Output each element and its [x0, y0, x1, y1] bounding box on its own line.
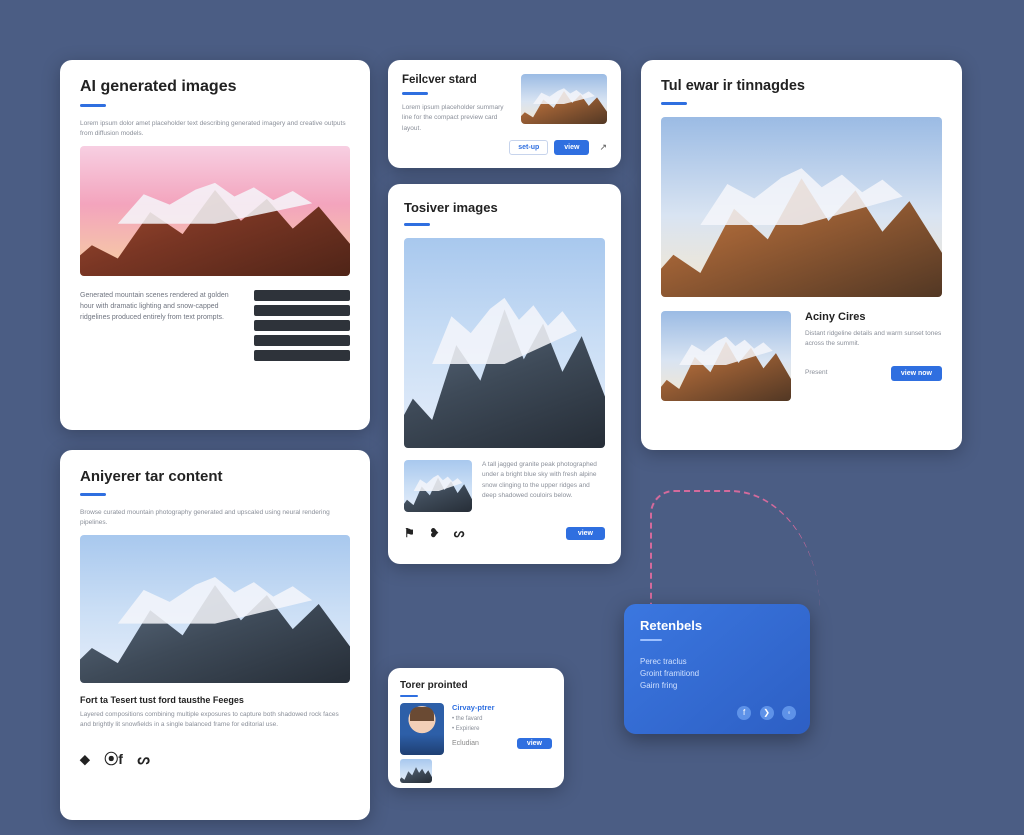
dot-icon[interactable]: f	[737, 706, 751, 720]
list-item: • the favard	[452, 715, 552, 725]
list-item: Groint framitiond	[640, 669, 794, 678]
facebook-icon[interactable]: ⦿f	[104, 751, 123, 767]
card-title: Tosiver images	[404, 200, 605, 215]
list-item: Perec traclus	[640, 657, 794, 666]
view-button[interactable]: view	[517, 738, 552, 749]
accent-bar	[661, 102, 687, 105]
dark-list	[254, 290, 350, 365]
caption-text: A tall jagged granite peak photographed …	[482, 460, 605, 512]
link-icon[interactable]: ᔕ	[137, 751, 149, 767]
subtitle-text: Fort ta Tesert tust ford tausthe Feeges	[80, 695, 350, 705]
mini-thumb	[400, 759, 432, 783]
card-title: Torer prointed	[400, 680, 552, 691]
dot-icon[interactable]: ◦	[782, 706, 796, 720]
setup-button[interactable]: set-up	[509, 140, 548, 155]
view-button[interactable]: view	[566, 527, 605, 540]
hero-image	[404, 238, 605, 448]
card-title: AI generated images	[80, 78, 350, 96]
list-item: Gairn fring	[640, 681, 794, 690]
body-text: Layered compositions combining multiple …	[80, 710, 350, 731]
ecludian-label: Ecludian	[452, 740, 479, 747]
view-now-button[interactable]: view now	[891, 366, 942, 381]
accent-bar	[400, 695, 418, 697]
profile-name: Cirvay-ptrer	[452, 703, 552, 712]
like-icon[interactable]: ⬥	[80, 751, 90, 767]
body-text: Generated mountain scenes rendered at go…	[80, 290, 240, 324]
thumb-image	[404, 460, 472, 512]
thumb-image	[661, 311, 791, 401]
social-dots: f ❯ ◦	[733, 702, 796, 720]
intro-text: Lorem ipsum dolor amet placeholder text …	[80, 119, 350, 140]
card-title: Tul ewar ir tinnagdes	[661, 78, 942, 94]
dot-icon[interactable]: ❯	[760, 706, 774, 720]
avatar-image	[400, 703, 444, 755]
intro-text: Browse curated mountain photography gene…	[80, 508, 350, 529]
hero-image	[80, 146, 350, 276]
caption-text: Lorem ipsum placeholder summary line for…	[402, 103, 511, 134]
card-aniyerer: Aniyerer tar content Browse curated moun…	[60, 450, 370, 820]
card-title: Feilcver stard	[402, 74, 511, 86]
action-icons: ⚑ ❥ ᔕ	[404, 524, 474, 542]
tag-icon[interactable]: ❥	[429, 526, 439, 540]
card-retenbels: Retenbels Perec traclus Groint framition…	[624, 604, 810, 734]
present-label: Present	[805, 368, 827, 378]
list-item: • Expiriere	[452, 725, 552, 735]
card-feilcver: Feilcver stard Lorem ipsum placeholder s…	[388, 60, 621, 168]
flag-icon[interactable]: ⚑	[404, 526, 415, 540]
accent-bar	[80, 493, 106, 496]
card-title: Aniyerer tar content	[80, 468, 350, 485]
card-tosiver: Tosiver images A tall jagged granite pea…	[388, 184, 621, 564]
card-tul-ewar: Tul ewar ir tinnagdes Aciny Cires Distan…	[641, 60, 962, 450]
side-text: Distant ridgeline details and warm sunse…	[805, 329, 942, 350]
card-profile: Torer prointed Cirvay-ptrer • the favard…	[388, 668, 564, 788]
accent-bar	[404, 223, 430, 226]
accent-bar	[80, 104, 106, 107]
card-title: Retenbels	[640, 618, 794, 633]
accent-bar	[640, 639, 662, 641]
share-icon[interactable]: ↗	[599, 142, 607, 153]
side-title: Aciny Cires	[805, 311, 942, 323]
hero-image	[80, 535, 350, 683]
hero-image	[661, 117, 942, 297]
view-button[interactable]: view	[554, 140, 589, 155]
accent-bar	[402, 92, 428, 95]
social-icons: ⬥ ⦿f ᔕ	[80, 749, 160, 769]
card-ai-generated: AI generated images Lorem ipsum dolor am…	[60, 60, 370, 430]
thumb-image	[521, 74, 607, 124]
bookmark-icon[interactable]: ᔕ	[454, 526, 465, 540]
